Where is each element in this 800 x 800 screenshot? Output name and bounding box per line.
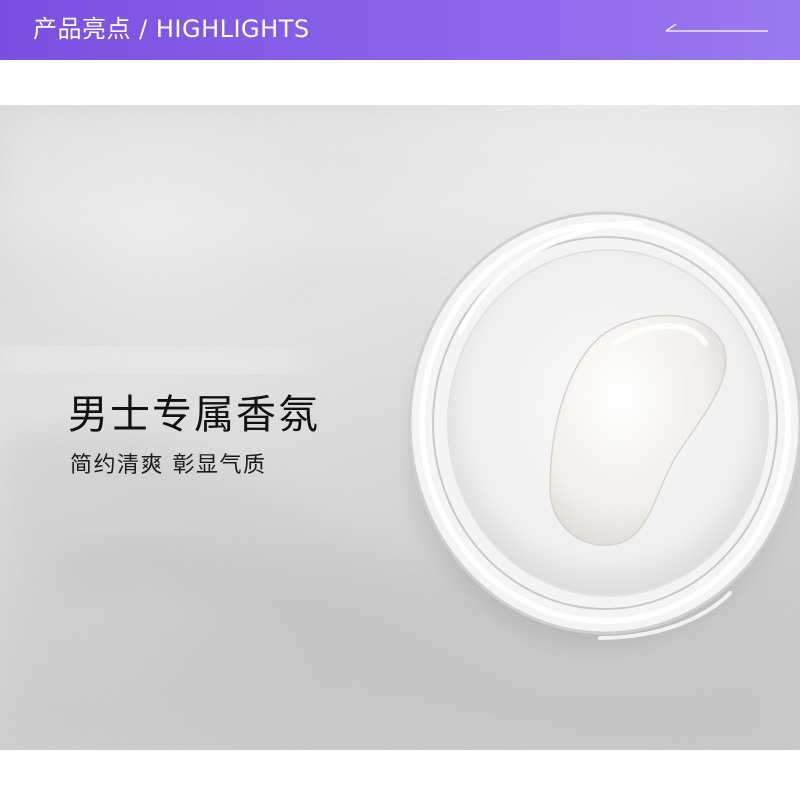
cream-jar xyxy=(408,211,800,648)
thin-line-arrow-icon xyxy=(665,23,768,32)
header-banner: 产品亮点 / HIGHLIGHTS xyxy=(0,0,800,60)
hero-image: 男士专属香氛 简约清爽 彰显气质 xyxy=(0,105,800,750)
page: 产品亮点 / HIGHLIGHTS 男士专属香氛 简约清爽 彰显气质 xyxy=(0,0,800,800)
hero-heading: 男士专属香氛 xyxy=(68,392,320,438)
hero-subheading: 简约清爽 彰显气质 xyxy=(70,453,267,478)
section-title: 产品亮点 / HIGHLIGHTS xyxy=(33,15,310,43)
